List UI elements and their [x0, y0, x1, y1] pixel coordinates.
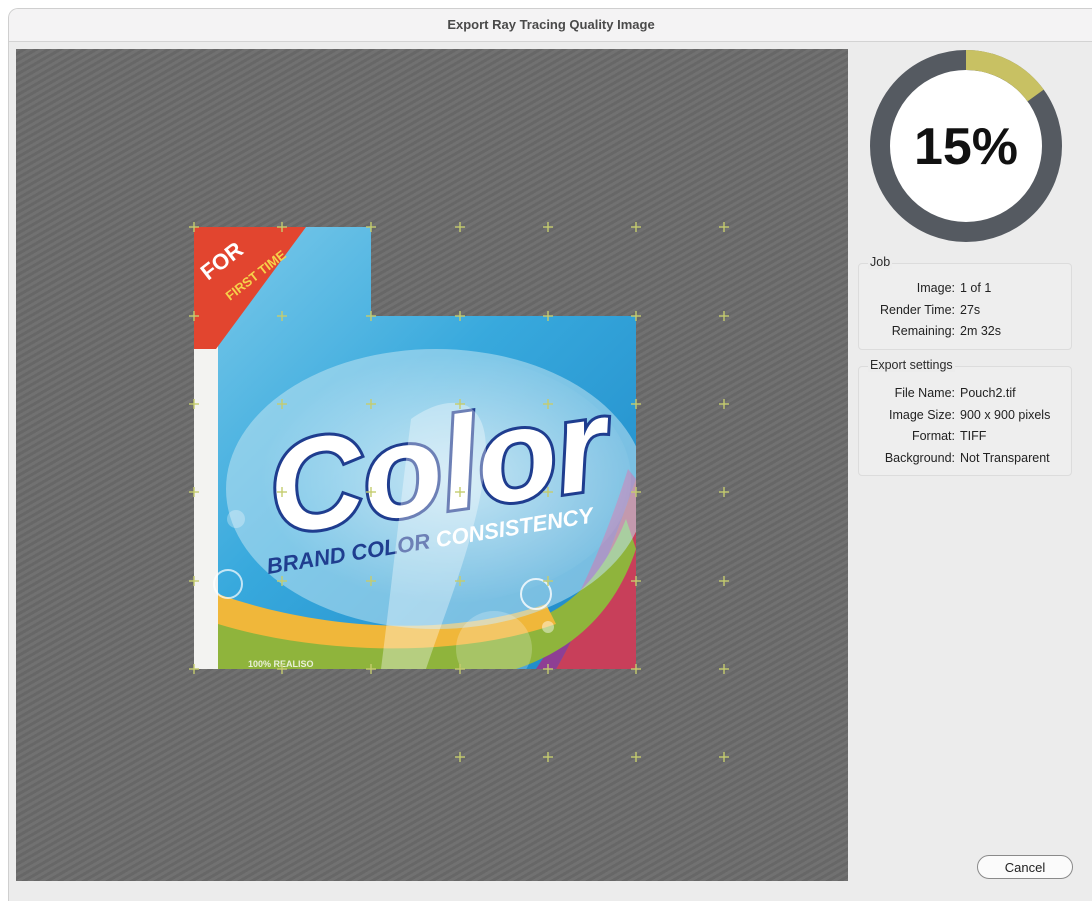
render-preview-image: FOR FIRST TIME Color BRAND COLOR CONSIST… [189, 222, 729, 762]
job-image-label: Image: [916, 281, 955, 295]
settings-row-file-name: File Name: Pouch2.tif [859, 383, 1071, 405]
job-group: Image: 1 of 1 Render Time: 27s Remaining… [858, 263, 1072, 350]
job-row-render-time: Render Time: 27s [859, 300, 1071, 322]
image-size-label: Image Size: [888, 407, 955, 422]
export-settings-group: File Name: Pouch2.tif Image Size: 900 x … [858, 366, 1072, 476]
job-row-remaining: Remaining: 2m 32s [859, 321, 1071, 343]
background-label: Background: [884, 450, 955, 465]
settings-row-format: Format: TIFF [859, 426, 1071, 448]
render-preview-canvas: FOR FIRST TIME Color BRAND COLOR CONSIST… [16, 49, 848, 881]
job-render-time-label: Render Time: [879, 302, 955, 317]
cancel-button[interactable]: Cancel [977, 855, 1073, 879]
job-row-image: Image: 1 of 1 [859, 278, 1071, 300]
window-title: Export Ray Tracing Quality Image [9, 9, 1092, 42]
file-name-label: File Name: [894, 386, 955, 400]
settings-row-image-size: Image Size: 900 x 900 pixels [859, 405, 1071, 427]
job-remaining-label: Remaining: [891, 324, 955, 338]
format-label: Format: [911, 429, 955, 443]
background-value: Not Transparent [960, 450, 1050, 465]
job-remaining-value: 2m 32s [960, 324, 1001, 338]
image-size-value: 900 x 900 pixels [960, 407, 1051, 422]
format-value: TIFF [960, 429, 987, 443]
job-image-value: 1 of 1 [960, 281, 992, 295]
progress-percent-label: 15% [914, 118, 1018, 176]
job-group-title: Job [868, 255, 893, 269]
progress-ring: 15% [870, 50, 1062, 242]
export-settings-group-title: Export settings [868, 358, 955, 372]
file-name-value: Pouch2.tif [960, 386, 1016, 400]
footer-text: 100% REALISO [248, 659, 314, 669]
job-render-time-value: 27s [960, 302, 981, 317]
settings-row-background: Background: Not Transparent [859, 448, 1071, 470]
